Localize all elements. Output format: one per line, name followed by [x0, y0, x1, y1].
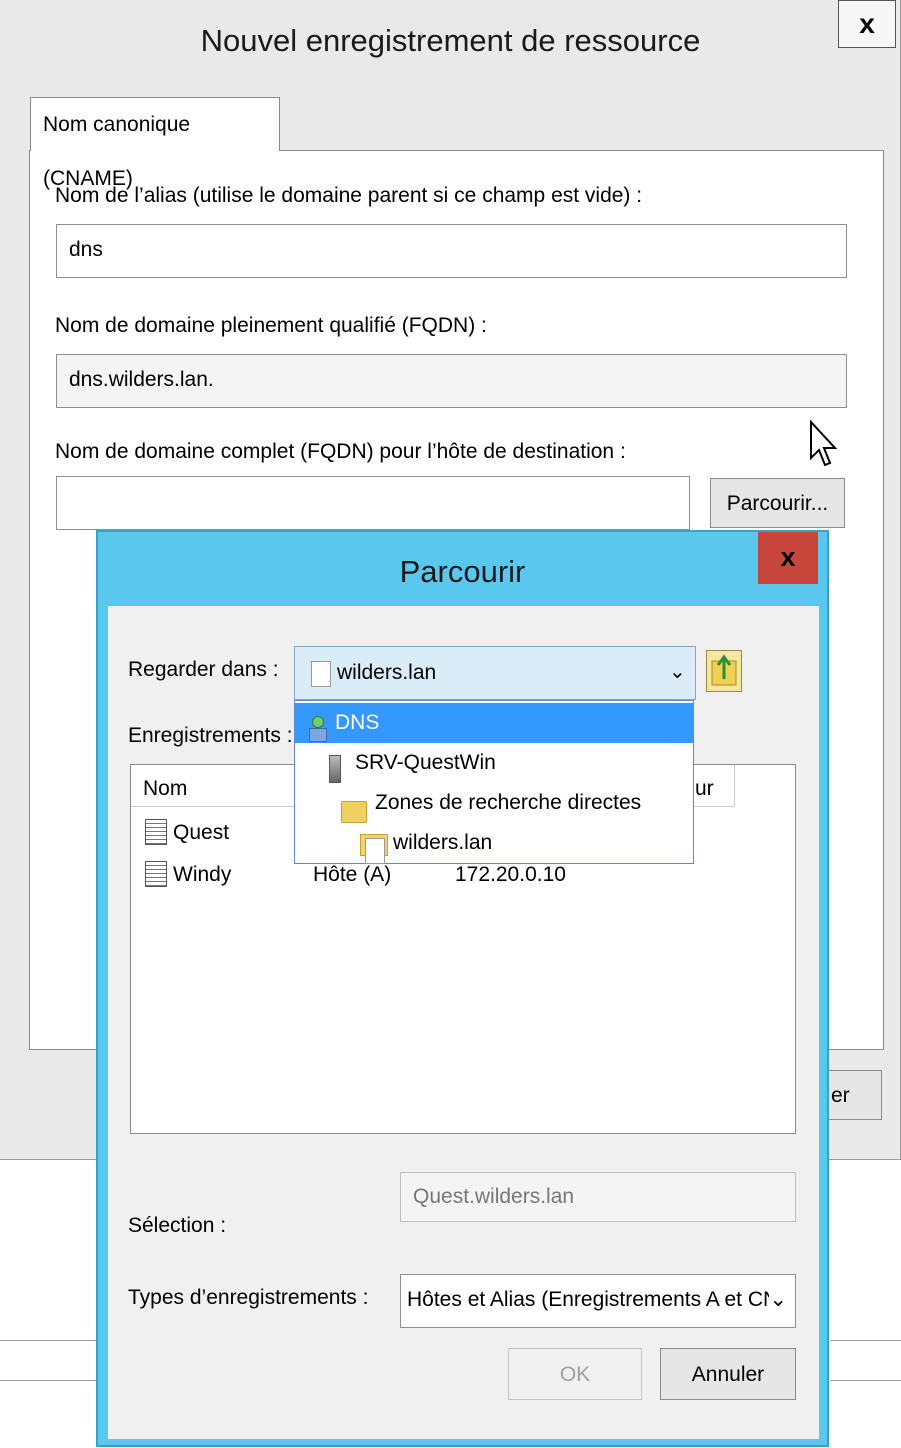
look-in-value: wilders.lan — [337, 661, 437, 684]
ok-button[interactable]: OK — [508, 1348, 642, 1400]
records-label: Enregistrements : — [128, 724, 293, 747]
record-data: 172.20.0.10 — [455, 863, 566, 886]
dropdown-item-label: DNS — [335, 711, 380, 734]
browse-button[interactable]: Parcourir... — [710, 478, 845, 528]
dialog-title: Nouvel enregistrement de ressource — [200, 23, 701, 58]
alias-label: Nom de l’alias (utilise le domaine paren… — [55, 184, 643, 207]
dropdown-item-label: wilders.lan — [393, 831, 493, 854]
record-icon — [145, 819, 167, 845]
dropdown-item-forward-zones[interactable]: Zones de recherche directes — [295, 783, 693, 824]
browse-dialog: Parcourir x Regarder dans : wilders.lan … — [96, 530, 829, 1447]
server-icon — [329, 755, 341, 784]
dropdown-item-zone[interactable]: wilders.lan — [295, 823, 693, 865]
separator-line — [0, 1380, 97, 1381]
partial-button[interactable]: er — [826, 1070, 882, 1120]
record-type: Hôte (A) — [313, 863, 392, 886]
separator-line — [0, 1340, 97, 1341]
chevron-down-icon: ⌄ — [769, 1275, 787, 1325]
browse-close-button[interactable]: x — [758, 532, 818, 584]
up-folder-icon — [711, 654, 737, 686]
target-host-input[interactable] — [56, 476, 690, 530]
selection-label: Sélection : — [128, 1214, 227, 1237]
fqdn-label: Nom de domaine pleinement qualifié (FQDN… — [55, 314, 487, 337]
target-host-label: Nom de domaine complet (FQDN) pour l’hôt… — [55, 440, 626, 463]
record-name: Windy — [173, 863, 232, 886]
separator-line — [830, 1380, 901, 1381]
dns-icon — [309, 716, 327, 743]
look-in-dropdown[interactable]: DNS SRV-QuestWin Zones de recherche dire… — [294, 700, 694, 865]
folder-icon — [341, 801, 367, 824]
dropdown-item-label: SRV-QuestWin — [355, 751, 496, 774]
record-types-label: Types d’enregistrements : — [128, 1286, 369, 1309]
look-in-label: Regarder dans : — [128, 658, 279, 681]
selection-field: Quest.wilders.lan — [400, 1172, 796, 1222]
tab-cname[interactable]: Nom canonique (CNAME) — [30, 97, 280, 190]
fqdn-field: dns.wilders.lan. — [56, 354, 847, 408]
record-name: Quest — [173, 821, 230, 844]
column-header-data[interactable]: ur — [695, 777, 714, 801]
alias-input[interactable]: dns — [56, 224, 847, 278]
list-item[interactable]: Windy Hôte (A) 172.20.0.10 — [145, 859, 705, 893]
column-header-name[interactable]: Nom — [143, 777, 187, 801]
close-button[interactable]: x — [838, 0, 896, 48]
browse-dialog-title: Parcourir — [399, 554, 526, 589]
zone-icon — [360, 834, 388, 865]
dropdown-item-label: Zones de recherche directes — [375, 791, 642, 814]
zone-icon — [306, 657, 334, 687]
cancel-button[interactable]: Annuler — [660, 1348, 796, 1400]
browse-dialog-body: Regarder dans : wilders.lan ⌄ Enregistre… — [108, 606, 819, 1439]
chevron-down-icon: ⌄ — [669, 661, 686, 683]
separator-line — [830, 1340, 901, 1341]
record-types-select[interactable]: Hôtes et Alias (Enregistrements A et CN … — [400, 1274, 796, 1328]
up-folder-button[interactable] — [706, 650, 742, 692]
look-in-combo[interactable]: wilders.lan ⌄ — [294, 646, 696, 700]
mouse-cursor-icon — [810, 420, 838, 467]
record-types-value: Hôtes et Alias (Enregistrements A et CN — [407, 1288, 779, 1311]
record-icon — [145, 861, 167, 887]
dropdown-item-dns[interactable]: DNS — [295, 703, 693, 743]
dropdown-item-server[interactable]: SRV-QuestWin — [295, 743, 693, 784]
